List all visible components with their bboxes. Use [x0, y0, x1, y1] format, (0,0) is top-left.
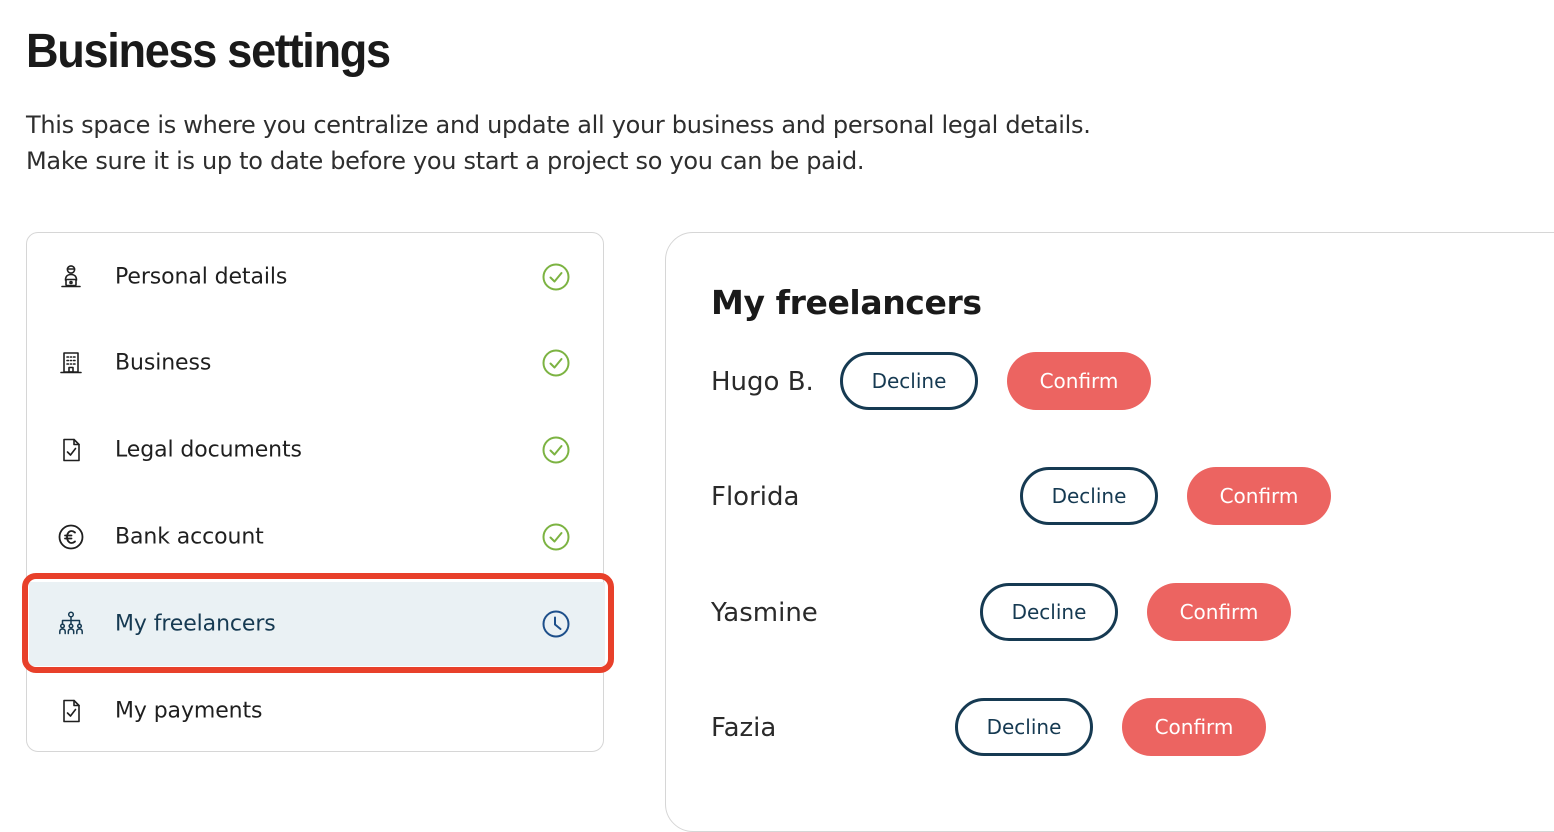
page-description-line-2: Make sure it is up to date before you st… [26, 147, 865, 175]
euro-icon [57, 523, 85, 551]
document-check-icon [57, 436, 85, 464]
decline-button[interactable]: Decline [980, 583, 1118, 641]
freelancer-row: Yasmine Decline Confirm [666, 583, 1546, 643]
document-check-icon [57, 697, 85, 725]
sidebar-item-label: My freelancers [115, 611, 276, 637]
panel-title: My freelancers [711, 283, 982, 322]
clock-icon [541, 609, 571, 639]
sidebar-item-personal-details[interactable]: Personal details [29, 235, 605, 319]
settings-sidebar: Personal details Business Legal document… [26, 232, 605, 753]
sidebar-item-legal-documents[interactable]: Legal documents [29, 408, 605, 492]
sidebar-item-bank-account[interactable]: Bank account [29, 495, 605, 579]
check-circle-icon [541, 522, 571, 552]
sidebar-item-label: Personal details [115, 264, 288, 290]
sidebar-item-label: Bank account [115, 524, 264, 550]
check-circle-icon [541, 348, 571, 378]
decline-button[interactable]: Decline [1020, 467, 1158, 525]
sidebar-item-my-payments[interactable]: My payments [29, 669, 605, 753]
sidebar-item-label: Business [115, 350, 212, 376]
page-description-line-1: This space is where you centralize and u… [26, 111, 1091, 139]
decline-button[interactable]: Decline [955, 698, 1093, 756]
sidebar-item-my-freelancers[interactable]: My freelancers [29, 582, 605, 666]
freelancer-name: Hugo B. [711, 367, 814, 397]
building-icon [57, 349, 85, 377]
team-icon [57, 610, 85, 638]
sidebar-item-label: My payments [115, 698, 263, 724]
confirm-button[interactable]: Confirm [1187, 467, 1331, 525]
confirm-button[interactable]: Confirm [1147, 583, 1291, 641]
page-title: Business settings [26, 25, 391, 78]
check-circle-icon [541, 435, 571, 465]
person-desk-icon [57, 263, 85, 291]
sidebar-item-business[interactable]: Business [29, 321, 605, 405]
confirm-button[interactable]: Confirm [1122, 698, 1266, 756]
check-circle-icon [541, 262, 571, 292]
sidebar-item-label: Legal documents [115, 437, 302, 463]
freelancer-row: Hugo B. Decline Confirm [666, 352, 1546, 412]
freelancer-name: Fazia [711, 713, 777, 743]
decline-button[interactable]: Decline [840, 352, 978, 410]
page-description: This space is where you centralize and u… [26, 107, 1091, 179]
freelancer-row: Florida Decline Confirm [666, 467, 1546, 527]
freelancers-panel: My freelancers Hugo B. Decline Confirm F… [665, 232, 1554, 832]
freelancer-name: Florida [711, 482, 800, 512]
confirm-button[interactable]: Confirm [1007, 352, 1151, 410]
freelancer-name: Yasmine [711, 598, 818, 628]
freelancer-row: Fazia Decline Confirm [666, 698, 1546, 758]
